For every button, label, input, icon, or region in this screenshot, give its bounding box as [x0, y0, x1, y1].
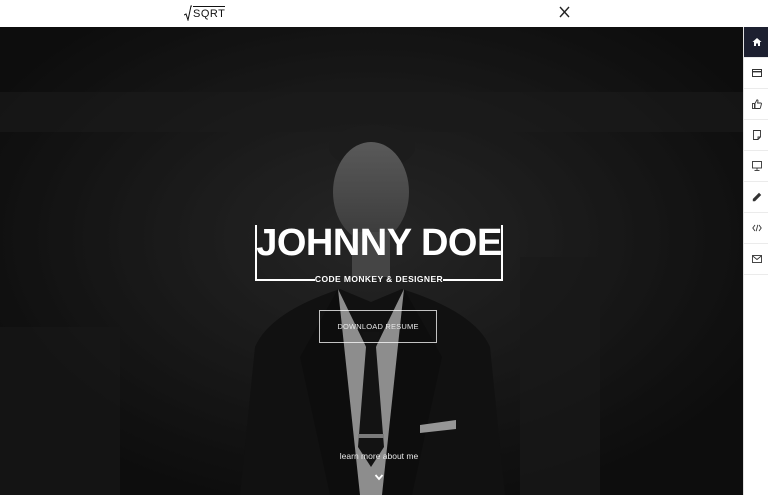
card-icon [751, 69, 762, 77]
hero-subtitle: CODE MONKEY & DESIGNER [314, 274, 444, 284]
sidebar-item-monitor[interactable] [744, 151, 768, 182]
home-icon [752, 38, 761, 46]
chevron-down-icon[interactable] [374, 473, 384, 481]
sidebar-item-likes[interactable] [744, 89, 768, 120]
hero-title: JOHNNY DOE [256, 222, 502, 264]
title-frame: JOHNNY DOE CODE MONKEY & DESIGNER [255, 222, 503, 284]
learn-more-link[interactable]: learn more about me [300, 451, 458, 461]
sidebar-item-document[interactable] [744, 120, 768, 151]
close-icon [559, 6, 570, 18]
logo-text: SQRT [193, 6, 226, 20]
sidebar-item-pencil[interactable] [744, 182, 768, 213]
envelope-icon [751, 255, 762, 263]
pencil-icon [752, 192, 761, 202]
top-bar: SQRT [0, 0, 768, 27]
document-icon [752, 130, 761, 140]
thumbs-up-icon [751, 99, 762, 109]
close-button[interactable] [556, 3, 574, 21]
sidebar-item-contact[interactable] [744, 244, 768, 275]
sidebar-item-code[interactable] [744, 213, 768, 244]
sidebar-nav [743, 27, 768, 495]
hero-section: JOHNNY DOE CODE MONKEY & DESIGNER DOWNLO… [0, 27, 743, 495]
sidebar-item-card[interactable] [744, 58, 768, 89]
monitor-icon [751, 161, 762, 171]
download-resume-button[interactable]: DOWNLOAD RESUME [319, 310, 437, 343]
sidebar-item-home[interactable] [744, 27, 768, 58]
code-icon [751, 224, 762, 232]
logo[interactable]: SQRT [184, 3, 226, 23]
sqrt-logo-icon [184, 5, 192, 21]
